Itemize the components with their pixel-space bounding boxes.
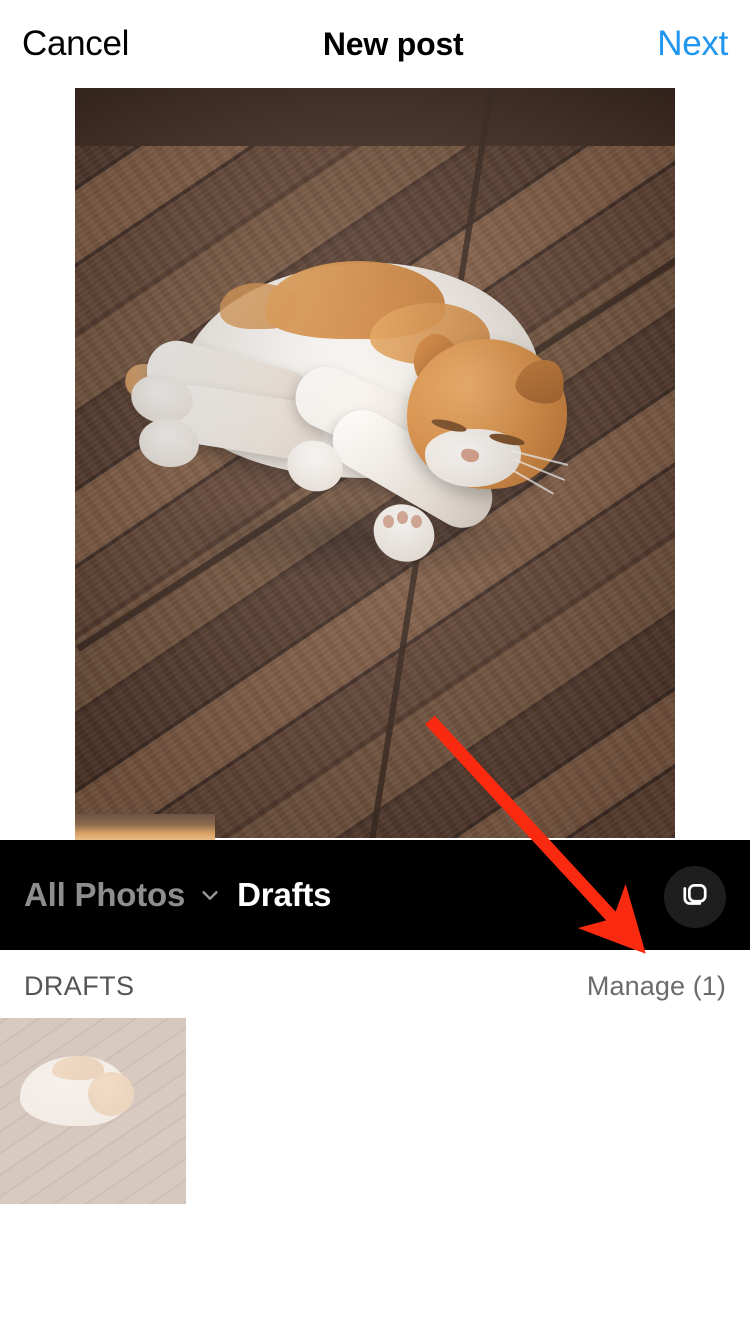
photo-preview-area[interactable] bbox=[0, 88, 750, 840]
drafts-section-header: DRAFTS Manage (1) bbox=[0, 950, 750, 1022]
photo-source-bar: All Photos Drafts bbox=[0, 840, 750, 950]
drafts-grid bbox=[0, 1018, 750, 1208]
next-button[interactable]: Next bbox=[657, 24, 728, 64]
navbar: Cancel New post Next bbox=[0, 0, 750, 88]
draft-thumbnail-image bbox=[0, 1018, 186, 1204]
chevron-down-icon[interactable] bbox=[199, 884, 221, 906]
selected-photo[interactable] bbox=[75, 88, 675, 838]
tab-drafts[interactable]: Drafts bbox=[237, 876, 331, 914]
manage-drafts-link[interactable]: Manage (1) bbox=[587, 971, 726, 1002]
drafts-section-label: DRAFTS bbox=[24, 970, 135, 1001]
all-photos-selector[interactable]: All Photos bbox=[24, 876, 185, 914]
multi-select-button[interactable] bbox=[664, 866, 726, 928]
new-post-screen: Cancel New post Next All Photos Drafts D… bbox=[0, 0, 750, 1334]
photo-vignette bbox=[75, 88, 675, 838]
cancel-button[interactable]: Cancel bbox=[22, 24, 129, 64]
next-photo-peek[interactable] bbox=[75, 814, 215, 840]
page-title: New post bbox=[322, 25, 464, 62]
multi-select-squares-icon bbox=[678, 878, 712, 917]
draft-thumbnail[interactable] bbox=[0, 1018, 186, 1204]
